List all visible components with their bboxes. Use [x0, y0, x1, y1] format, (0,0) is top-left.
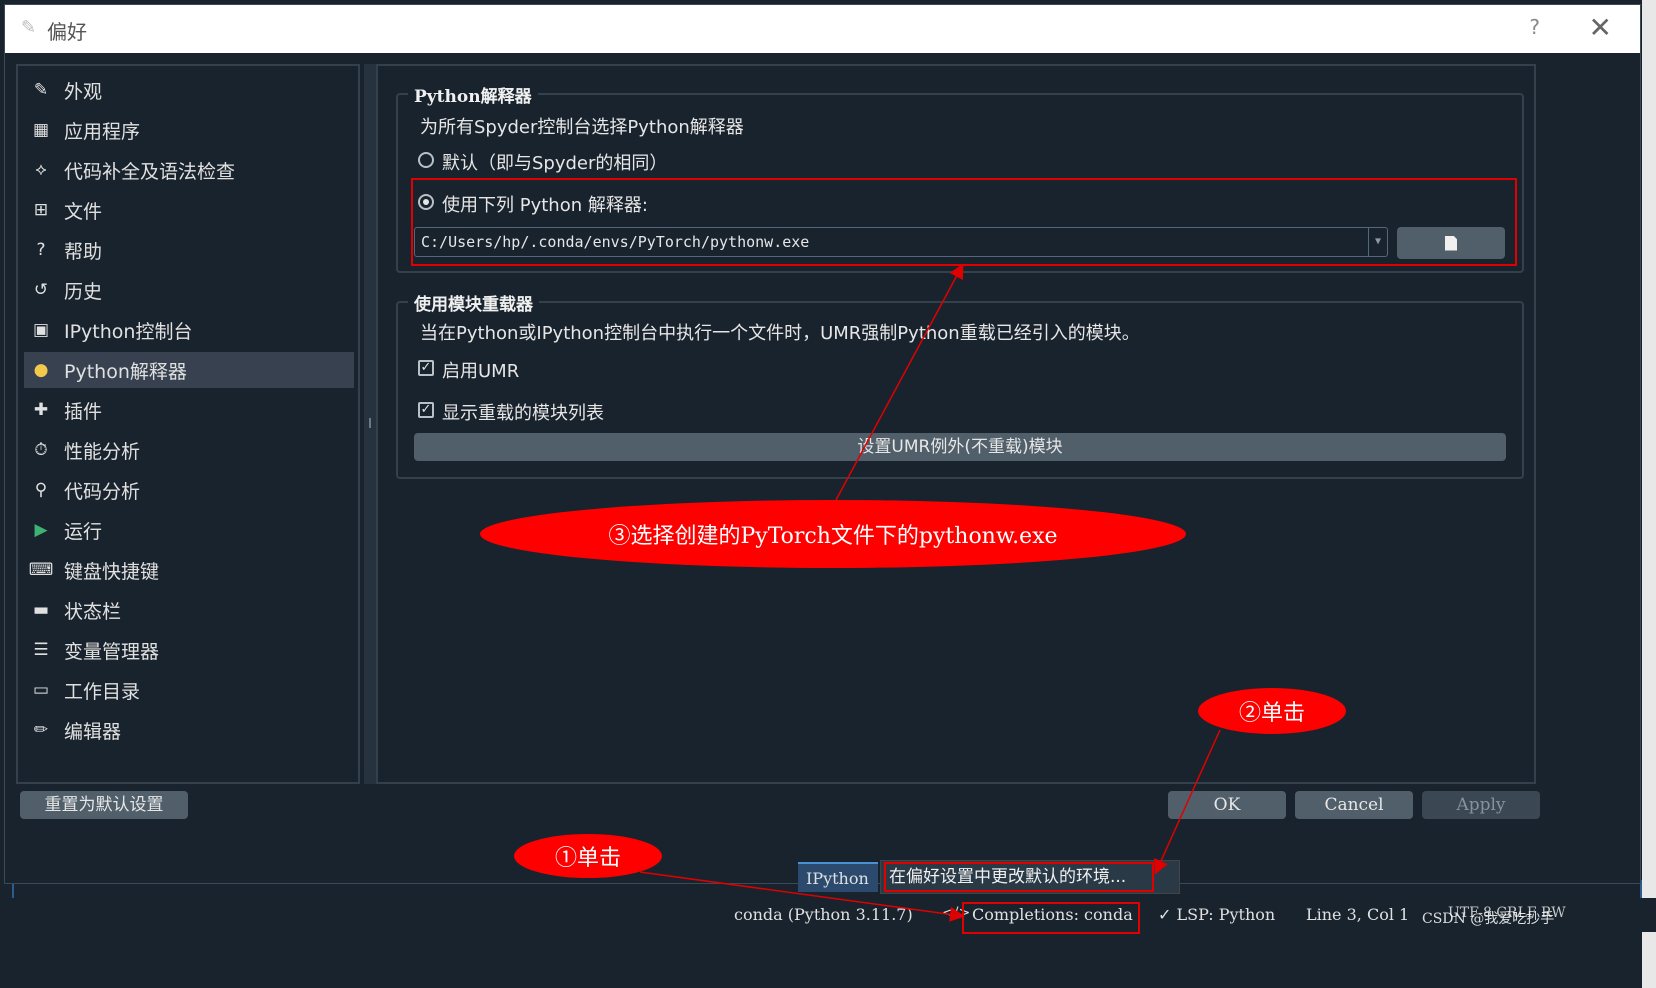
- annotation-step2: ②单击: [1198, 688, 1346, 734]
- arrow-step1: [639, 871, 965, 922]
- annotation-step1: ①单击: [514, 834, 662, 878]
- annotation-arrows: [639, 263, 1221, 922]
- arrow-step3: [835, 263, 964, 501]
- arrow-step2: [1154, 729, 1221, 875]
- annotation-step3: ③选择创建的PyTorch文件下的pythonw.exe: [480, 500, 1186, 568]
